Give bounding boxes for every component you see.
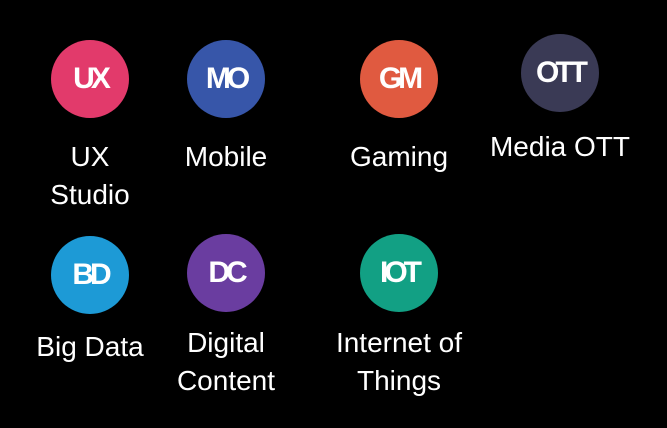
- app-mobile[interactable]: MO Mobile: [166, 40, 286, 176]
- app-internet-of-things[interactable]: IOT Internet of Things: [326, 234, 472, 400]
- app-digital-content[interactable]: DC Digital Content: [166, 234, 286, 400]
- app-label: Gaming: [349, 141, 449, 172]
- gaming-icon: GM: [360, 40, 438, 118]
- app-big-data[interactable]: BD Big Data: [30, 236, 150, 366]
- app-label: Mobile: [184, 141, 268, 172]
- app-label: UX Studio: [50, 141, 130, 210]
- app-label: Big Data: [36, 331, 144, 362]
- internet-of-things-icon: IOT: [360, 234, 438, 312]
- ux-studio-icon: UX: [51, 40, 129, 118]
- app-media-ott[interactable]: OTT Media OTT: [482, 34, 638, 166]
- app-label: Internet of Things: [335, 327, 463, 396]
- app-label: Media OTT: [489, 131, 631, 162]
- digital-content-icon: DC: [187, 234, 265, 312]
- app-gaming[interactable]: GM Gaming: [336, 40, 462, 176]
- app-label: Digital Content: [176, 327, 276, 396]
- mobile-icon: MO: [187, 40, 265, 118]
- app-ux-studio[interactable]: UX UX Studio: [30, 40, 150, 214]
- big-data-icon: BD: [51, 236, 129, 314]
- media-ott-icon: OTT: [521, 34, 599, 112]
